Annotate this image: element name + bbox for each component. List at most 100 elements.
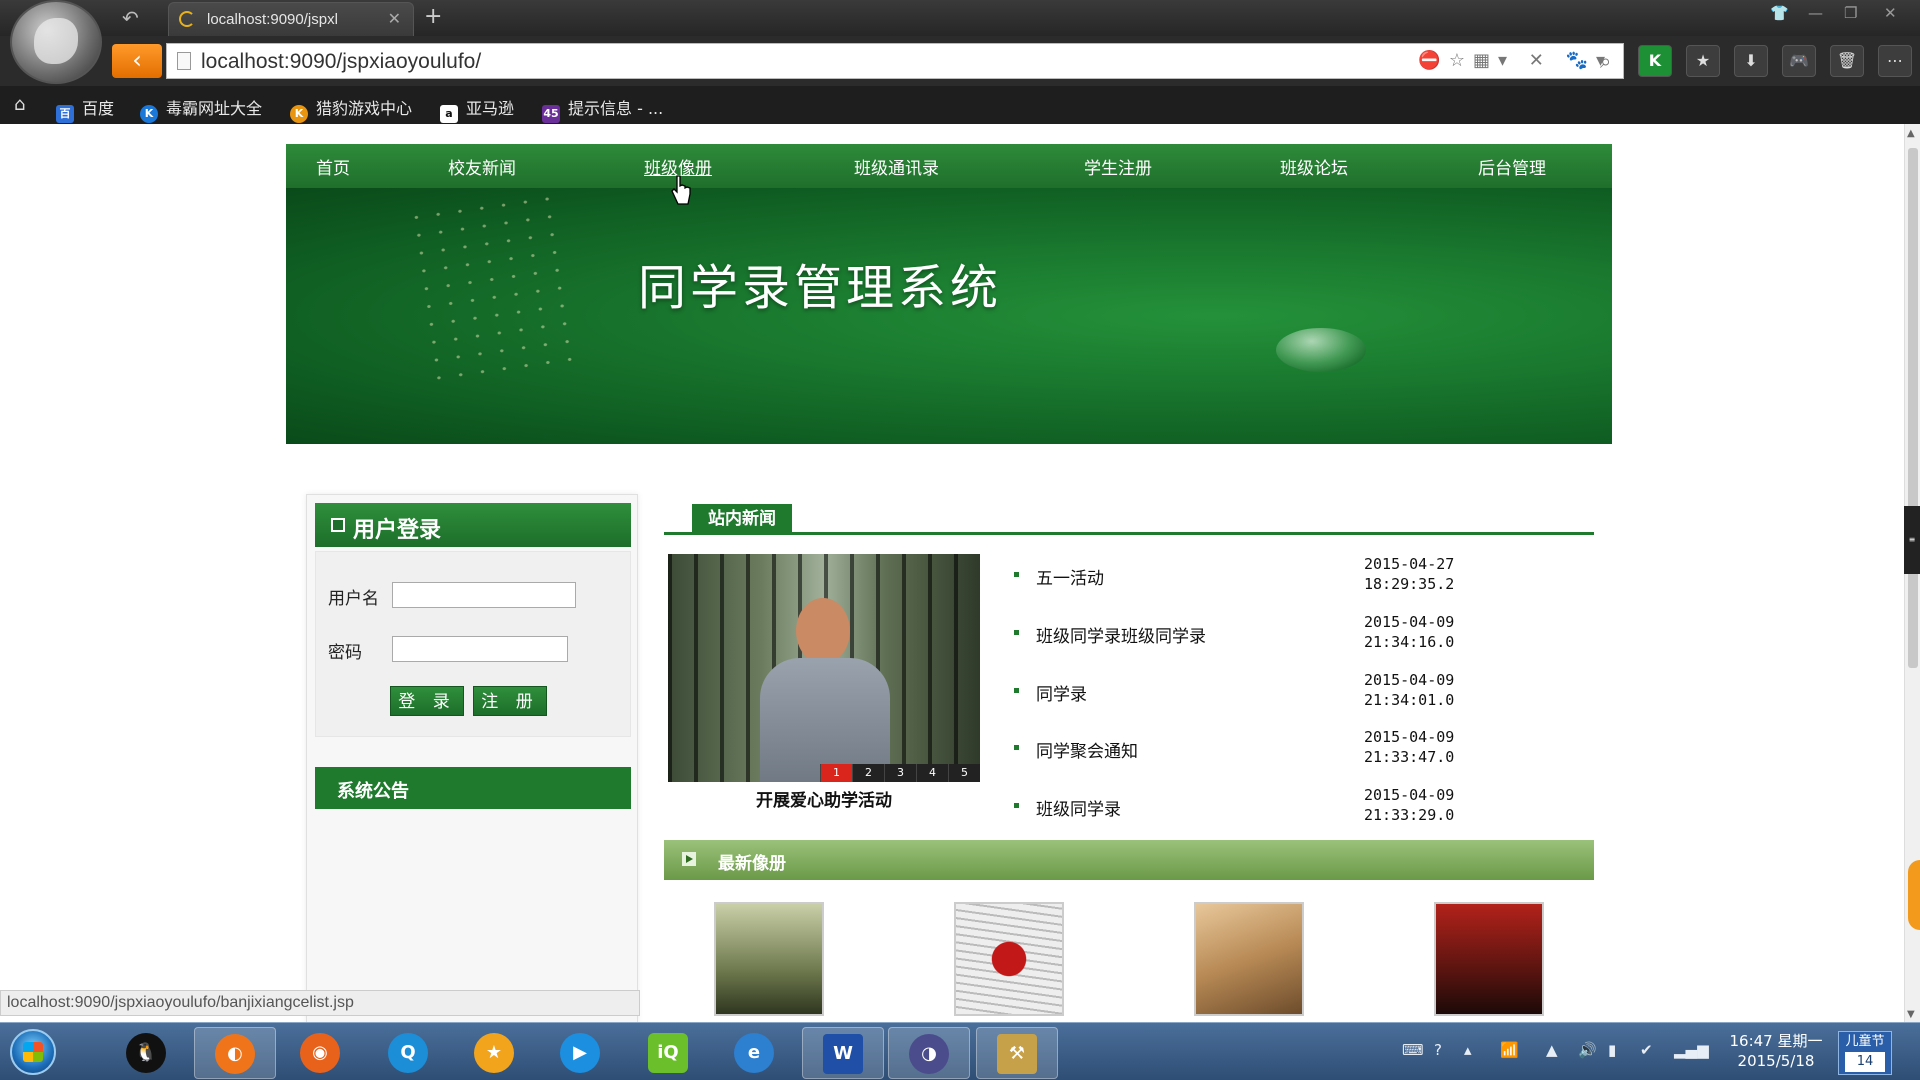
login-form: 用户名 密码 登 录 注 册	[315, 551, 631, 737]
tray-expand-icon[interactable]: ▴	[1464, 1041, 1472, 1059]
back-button[interactable]: ‹	[112, 44, 162, 78]
person-photo	[796, 598, 850, 664]
register-button[interactable]: 注 册	[473, 686, 547, 716]
taskbar-word[interactable]: W	[802, 1027, 884, 1079]
slideshow-caption[interactable]: 开展爱心助学活动	[668, 786, 980, 811]
volume-icon[interactable]: 🔊	[1578, 1041, 1597, 1059]
scroll-up-icon[interactable]: ▲	[1907, 128, 1915, 139]
amazon-a-icon: a	[440, 105, 458, 123]
username-input[interactable]	[392, 582, 576, 608]
bookmark-duba[interactable]: K 毒霸网址大全	[140, 95, 262, 123]
slide-2-button[interactable]: 2	[852, 764, 884, 782]
login-button[interactable]: 登 录	[390, 686, 464, 716]
gamepad-icon[interactable]: 🎮	[1782, 45, 1816, 77]
skin-icon[interactable]: 👕	[1770, 4, 1789, 22]
news-list-item[interactable]: 班级同学录 2015-04-09 21:33:29.0	[1014, 786, 1594, 831]
bookmark-baidu[interactable]: 百百度	[56, 95, 114, 123]
baidu-paw-icon: 百	[56, 105, 74, 123]
security-shield-icon[interactable]: ✔	[1640, 1041, 1653, 1059]
floating-assistant-tab[interactable]	[1908, 860, 1920, 930]
tools-icon: ⚒	[997, 1034, 1037, 1074]
slideshow-pager: 1 2 3 4 5	[820, 764, 980, 782]
news-slideshow[interactable]: 1 2 3 4 5	[668, 554, 980, 782]
new-tab-icon[interactable]: +	[424, 4, 442, 29]
download-icon[interactable]: ⬇	[1734, 45, 1768, 77]
liebao-icon: K	[290, 105, 308, 123]
close-tab-icon[interactable]: ✕	[388, 9, 401, 28]
taskbar-liebao-browser[interactable]: ◐	[194, 1027, 276, 1079]
taskbar-tools[interactable]: ⚒	[976, 1027, 1058, 1079]
taskbar-app-star[interactable]: ★	[454, 1027, 536, 1079]
signal-bars-icon[interactable]: ▂▄▆	[1674, 1041, 1709, 1059]
taskbar-iqiyi[interactable]: iQ	[628, 1027, 710, 1079]
bullet-icon	[1014, 803, 1019, 808]
site-navbar: 首页 校友新闻 班级像册 班级通讯录 学生注册 班级论坛 后台管理	[286, 144, 1612, 188]
news-list-item[interactable]: 同学聚会通知 2015-04-09 21:33:47.0	[1014, 728, 1594, 773]
album-thumbnail-singer-poster[interactable]	[1434, 902, 1544, 1016]
wifi-icon[interactable]: 📶	[1500, 1041, 1519, 1059]
close-window-icon[interactable]: ✕	[1884, 4, 1897, 22]
bookmark-amazon[interactable]: a 亚马逊	[440, 95, 514, 123]
nav-class-directory[interactable]: 班级通讯录	[854, 154, 939, 179]
album-thumbnail-red-heart[interactable]	[954, 902, 1064, 1016]
taskbar-maxthon[interactable]: Q	[368, 1027, 450, 1079]
side-collapse-tab[interactable]: ≡	[1904, 506, 1920, 574]
nav-class-forum[interactable]: 班级论坛	[1280, 154, 1348, 179]
scrollbar-thumb[interactable]	[1908, 148, 1918, 668]
undo-close-tab-icon[interactable]: ↶	[122, 6, 139, 30]
battery-icon[interactable]: ▮	[1608, 1041, 1616, 1059]
album-thumbnail-park-bench[interactable]	[1194, 902, 1304, 1016]
news-list-item[interactable]: 班级同学录班级同学录 2015-04-09 21:34:16.0	[1014, 613, 1594, 658]
taskbar-firefox[interactable]: ◉	[280, 1027, 362, 1079]
taskbar-media-player[interactable]: ▶	[540, 1027, 622, 1079]
taskbar-qq[interactable]: 🐧	[106, 1027, 188, 1079]
loading-spinner-icon	[179, 11, 195, 27]
favorites-star-icon[interactable]: ★	[1686, 45, 1720, 77]
trash-clean-icon[interactable]: 🗑	[1830, 45, 1864, 77]
nav-home[interactable]: 首页	[316, 154, 350, 179]
address-bar-tools-icon[interactable]: ⛔☆▦▾ ✕ 🐾▾	[1418, 50, 1613, 71]
site-news-tab[interactable]: 站内新闻	[692, 504, 792, 534]
restore-window-icon[interactable]: ❐	[1844, 4, 1857, 22]
address-bar[interactable]: localhost:9090/jspxiaoyoulufo/ ⛔☆▦▾ ✕ 🐾▾	[166, 43, 1624, 79]
slide-5-button[interactable]: 5	[948, 764, 980, 782]
bullet-icon	[1014, 630, 1019, 635]
slide-3-button[interactable]: 3	[884, 764, 916, 782]
bookmark-liebao-games[interactable]: K 猎豹游戏中心	[290, 95, 412, 123]
taskbar-internet-explorer[interactable]: e	[714, 1027, 796, 1079]
bullet-icon	[1014, 745, 1019, 750]
home-icon[interactable]: ⌂	[14, 94, 25, 115]
menu-more-icon[interactable]: ⋯	[1878, 45, 1912, 77]
site-banner: 同学录管理系统	[286, 188, 1612, 444]
search-icon[interactable]: ⌕	[1600, 49, 1611, 73]
scroll-down-icon[interactable]: ▼	[1907, 1009, 1915, 1020]
taskbar-eclipse[interactable]: ◑	[888, 1027, 970, 1079]
password-input[interactable]	[392, 636, 568, 662]
kingsoft-k-icon[interactable]: K	[1638, 45, 1672, 77]
bookmark-notice[interactable]: 45 提示信息 - ...	[542, 95, 663, 123]
bullet-icon	[1014, 688, 1019, 693]
help-icon[interactable]: ?	[1434, 1041, 1442, 1059]
show-hidden-icons[interactable]: ▲	[1546, 1041, 1558, 1059]
system-clock[interactable]: 16:47 星期一 2015/5/18	[1722, 1031, 1830, 1071]
holiday-calendar-badge[interactable]: 儿童节 14	[1838, 1031, 1892, 1075]
keyboard-icon[interactable]: ⌨	[1402, 1041, 1424, 1059]
login-header: 用户登录	[315, 503, 631, 547]
minimize-window-icon[interactable]: —	[1808, 4, 1823, 22]
nav-student-register[interactable]: 学生注册	[1084, 154, 1152, 179]
url-text[interactable]: localhost:9090/jspxiaoyoulufo/	[201, 50, 481, 74]
play-arrow-icon	[682, 852, 696, 866]
nav-admin[interactable]: 后台管理	[1478, 154, 1546, 179]
nav-alumni-news[interactable]: 校友新闻	[448, 154, 516, 179]
album-thumbnail-lonely-figure[interactable]	[714, 902, 824, 1016]
star-app-icon: ★	[474, 1033, 514, 1073]
mouse-cursor-icon	[671, 175, 691, 205]
start-button[interactable]	[10, 1029, 56, 1075]
browser-tab[interactable]: localhost:9090/jspxl ✕	[168, 2, 414, 36]
slide-4-button[interactable]: 4	[916, 764, 948, 782]
slide-1-button[interactable]: 1	[820, 764, 852, 782]
browser-logo-icon[interactable]	[10, 0, 102, 84]
news-list-item[interactable]: 五一活动 2015-04-27 18:29:35.2	[1014, 555, 1594, 600]
news-list-item[interactable]: 同学录 2015-04-09 21:34:01.0	[1014, 671, 1594, 716]
qq-penguin-icon: 🐧	[126, 1033, 166, 1073]
